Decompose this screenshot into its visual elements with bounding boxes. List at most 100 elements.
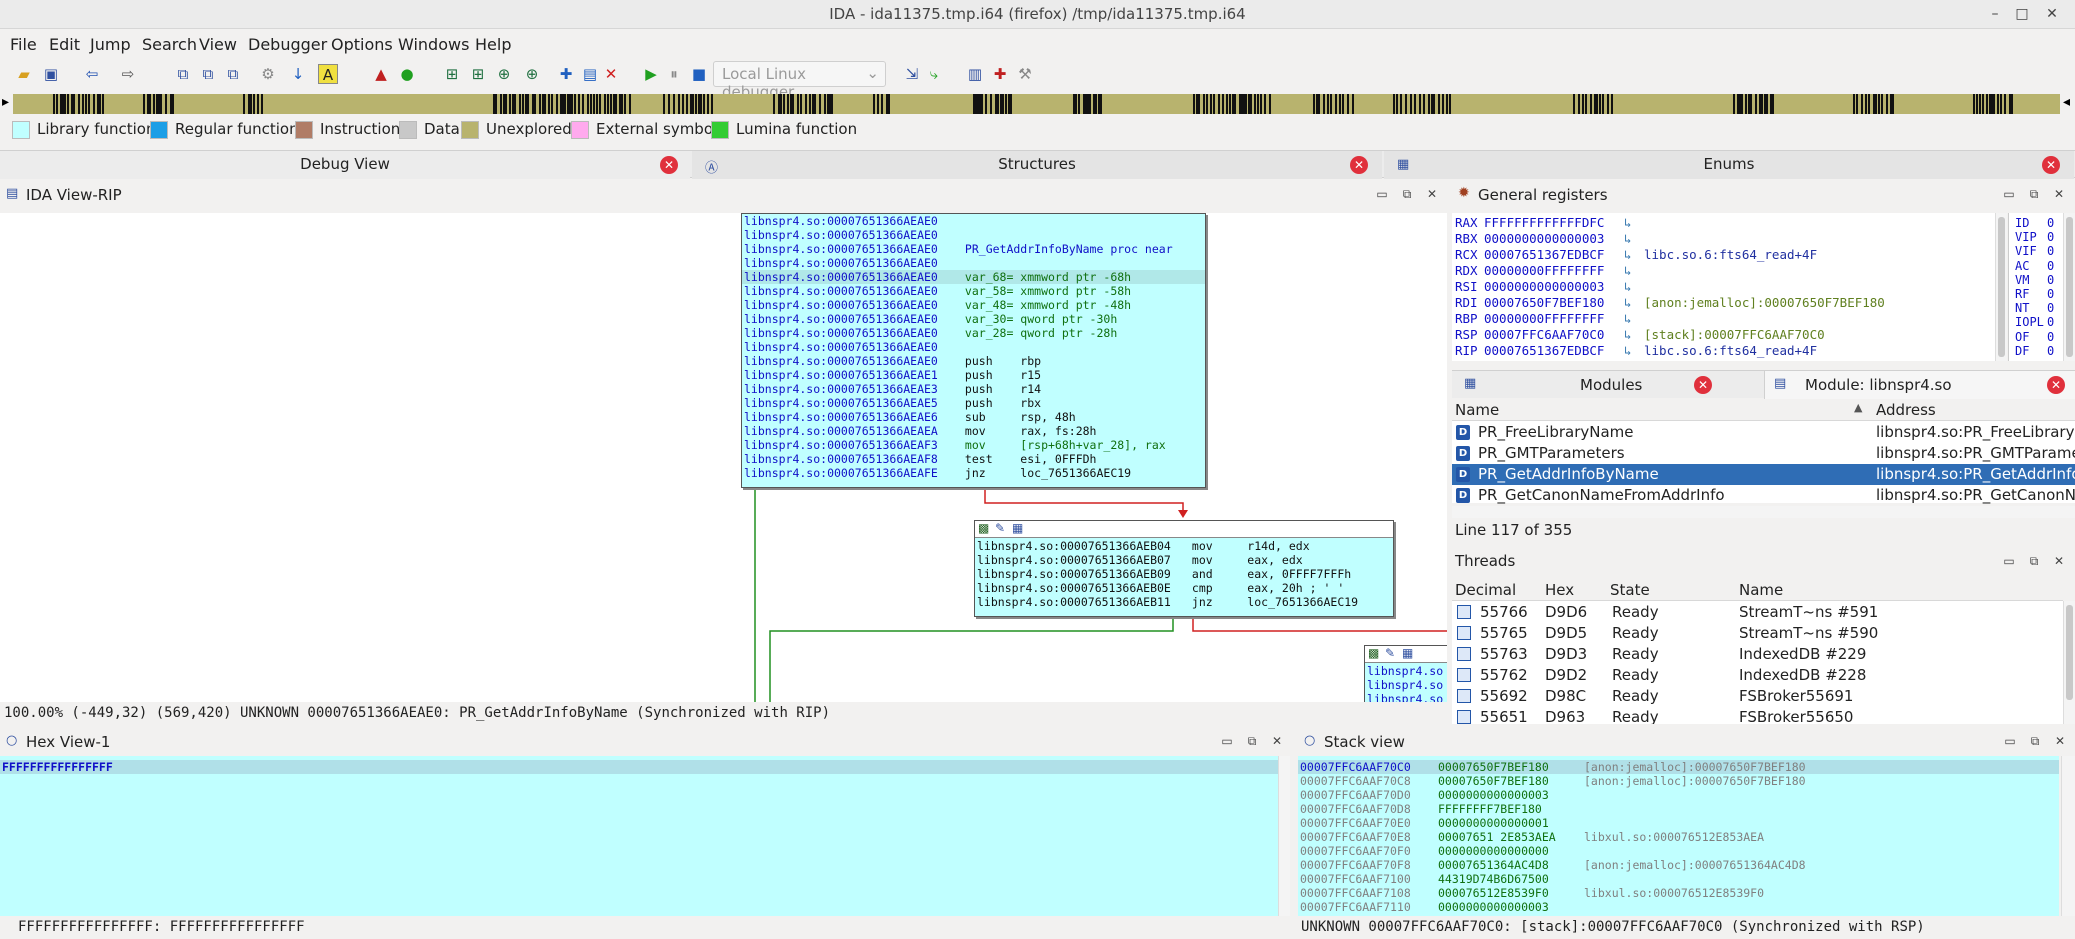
stack-value[interactable]: 0000000000000000 xyxy=(1438,844,1549,858)
col-thread-name[interactable]: Name xyxy=(1739,581,1783,599)
breakpoint-icon[interactable]: ✚ xyxy=(556,64,576,84)
register-value[interactable]: 00000000FFFFFFFF xyxy=(1484,263,1604,279)
module-hscrollbar[interactable] xyxy=(1452,506,2075,518)
node-rename-icon[interactable]: ✎ xyxy=(995,521,1005,535)
asm-address[interactable]: libnspr4.so:00007651366AEB11 xyxy=(977,595,1171,609)
stackview-content[interactable]: 00007FFC6AAF70C0 00007650F7BEF180 [anon:je… xyxy=(1298,756,2059,916)
flags-scrollbar[interactable] xyxy=(2063,213,2075,361)
close-enums-icon[interactable]: ✕ xyxy=(2042,156,2060,174)
flags-list[interactable]: ID 0 VIP 0 VIF 0 AC 0 VM 0 RF 0 NT 0 IOPL 0 OF 0 DF 0 xyxy=(2008,213,2063,361)
stack-address[interactable]: 00007FFC6AAF70F0 xyxy=(1300,844,1411,858)
asm-code[interactable]: mov rax, fs:28h xyxy=(958,424,1097,438)
menu-windows[interactable]: Windows xyxy=(398,35,469,54)
graph-node-entry[interactable]: libnspr4.so:00007651366AEAE0 libnspr4.so:… xyxy=(741,213,1206,488)
register-jump-icon[interactable]: ↳ xyxy=(1624,263,1632,279)
asm-code[interactable]: var_48= xmmword ptr -48h xyxy=(958,298,1131,312)
add-icon[interactable]: ⊞ xyxy=(442,64,462,84)
tab-structures[interactable]: Structures xyxy=(692,151,1382,179)
jump-down-icon[interactable]: ↓ xyxy=(288,64,308,84)
threads-close-icon[interactable]: ✕ xyxy=(2052,554,2066,568)
asm-code[interactable]: var_58= xmmword ptr -58h xyxy=(958,284,1131,298)
asm-code[interactable]: var_68= xmmword ptr -68h xyxy=(958,270,1131,284)
close-icon[interactable]: ✕ xyxy=(2042,4,2062,24)
node-3-color-icon[interactable]: ▩ xyxy=(1368,646,1379,660)
hexview-float-icon[interactable]: ⧉ xyxy=(1245,734,1259,749)
debugger-select[interactable]: Local Linux debugger ⌄ xyxy=(713,61,886,101)
threads-minimize-icon[interactable]: ▭ xyxy=(2002,554,2016,568)
menu-help[interactable]: Help xyxy=(475,35,511,54)
watch-icon[interactable]: ▤ xyxy=(580,64,600,84)
trace-icon[interactable]: ✚ xyxy=(990,64,1010,84)
menu-edit[interactable]: Edit xyxy=(49,35,80,54)
thread-row[interactable]: 55763 D9D3 Ready IndexedDB #229 xyxy=(1452,644,2063,665)
binary-search-icon[interactable]: ⧉ xyxy=(173,64,193,84)
open-icon[interactable]: ▰ xyxy=(14,64,34,84)
hexview-close-icon[interactable]: ✕ xyxy=(1270,734,1284,748)
module-symbol-row[interactable]: D PR_FreeLibraryName libnspr4.so:PR_FreeLi… xyxy=(1452,422,2075,443)
stack-address[interactable]: 00007FFC6AAF7110 xyxy=(1300,900,1411,914)
tab-debug-view[interactable]: Debug View xyxy=(0,151,690,179)
proximity-icon[interactable]: ▲ xyxy=(371,64,391,84)
node-3-rename-icon[interactable]: ✎ xyxy=(1385,646,1395,660)
asm-code[interactable]: test esi, 0FFFDh xyxy=(958,452,1097,466)
register-jump-icon[interactable]: ↳ xyxy=(1624,247,1632,263)
hexview-scrollbar[interactable] xyxy=(1278,756,1290,916)
search-next-icon[interactable]: ⧉ xyxy=(223,64,243,84)
menu-debugger[interactable]: Debugger xyxy=(248,35,327,54)
asm-address[interactable]: libnspr4.so:00007651366AEAE0 xyxy=(744,214,938,228)
stack-value[interactable]: 0000000000000003 xyxy=(1438,900,1549,914)
flag-value[interactable]: 0 xyxy=(2047,230,2054,244)
nav-right-arrow-icon[interactable]: ◂ xyxy=(2063,94,2070,110)
asm-address[interactable]: libnspr4.so:00007651366AEAE0 xyxy=(744,284,938,298)
flag-value[interactable]: 0 xyxy=(2047,315,2054,329)
register-jump-icon[interactable]: ↳ xyxy=(1624,311,1632,327)
asm-code[interactable]: push r15 xyxy=(958,368,1041,382)
close-modules-icon[interactable]: ✕ xyxy=(1694,376,1712,394)
maximize-icon[interactable]: □ xyxy=(2012,4,2032,24)
thread-row[interactable]: 55762 D9D2 Ready IndexedDB #228 xyxy=(1452,665,2063,686)
asm-code[interactable]: push rbx xyxy=(958,396,1041,410)
stackview-close-icon[interactable]: ✕ xyxy=(2053,734,2067,748)
asm-code[interactable]: and eax, 0FFFF7FFFh xyxy=(1185,567,1351,581)
minimize-icon[interactable]: – xyxy=(1985,4,2005,24)
stack-value[interactable]: FFFFFFFF7BEF180 xyxy=(1438,802,1542,816)
asm-code[interactable]: jnz loc_7651366AEC19 xyxy=(958,466,1131,480)
graph-node-2[interactable]: ▩ ✎ ▦ libnspr4.so:00007651366AEB04 mov r… xyxy=(974,520,1394,617)
ida-view-close-icon[interactable]: ✕ xyxy=(1425,187,1439,201)
run-icon[interactable]: ▶ xyxy=(641,64,661,84)
flags-scroll-thumb[interactable] xyxy=(2066,217,2073,357)
register-jump-icon[interactable]: ↳ xyxy=(1624,327,1632,343)
flag-value[interactable]: 0 xyxy=(2047,244,2054,258)
asm-code[interactable]: PR_GetAddrInfoByName proc near xyxy=(958,242,1173,256)
stack-address[interactable]: 00007FFC6AAF70C8 xyxy=(1300,774,1411,788)
hexview-minimize-icon[interactable]: ▭ xyxy=(1220,734,1234,748)
registers-float-icon[interactable]: ⧉ xyxy=(2027,187,2041,202)
close-debug-view-icon[interactable]: ✕ xyxy=(660,156,678,174)
asm-address[interactable]: libnspr4.so:00007651366AEB0E xyxy=(977,581,1171,595)
asm-address[interactable]: libnspr4.so:00007651366AEAE0 xyxy=(744,242,938,256)
stack-value[interactable]: 000076512E8539F0 xyxy=(1438,886,1549,900)
asm-address[interactable]: libnspr4.so:00007651366AEAE0 xyxy=(744,228,938,242)
hexview-content[interactable]: FFFFFFFFFFFFFFFF xyxy=(0,756,1278,916)
asm-address[interactable]: libnspr4.so:00007651366AEAEA xyxy=(744,424,938,438)
asm-address[interactable]: libnspr4.so:00007651366AEAE0 xyxy=(744,256,938,270)
forward-arrow-icon[interactable]: ⇨ xyxy=(118,64,138,84)
step-over-icon[interactable]: ⤷ xyxy=(924,64,944,84)
graph-icon[interactable]: ⚙ xyxy=(258,64,278,84)
menu-search[interactable]: Search xyxy=(142,35,197,54)
stackview-float-icon[interactable]: ⧉ xyxy=(2028,734,2042,749)
stack-address[interactable]: 00007FFC6AAF70E8 xyxy=(1300,830,1411,844)
flag-value[interactable]: 0 xyxy=(2047,259,2054,273)
menu-view[interactable]: View xyxy=(199,35,237,54)
graph-node-3[interactable]: ▩ ✎ ▦ libnspr4.so libnspr4.so libnspr4.s… xyxy=(1364,645,1447,702)
save-icon[interactable]: ▣ xyxy=(41,64,61,84)
asm-code[interactable]: jnz loc_7651366AEC19 xyxy=(1185,595,1358,609)
menu-jump[interactable]: Jump xyxy=(90,35,131,54)
stackview-scrollbar[interactable] xyxy=(2061,756,2075,916)
back-arrow-icon[interactable]: ⇦ xyxy=(82,64,102,84)
register-value[interactable]: 00000000FFFFFFFF xyxy=(1484,311,1604,327)
stack-value[interactable]: 0000000000000001 xyxy=(1438,816,1549,830)
asm-address[interactable]: libnspr4.so:00007651366AEAF3 xyxy=(744,438,938,452)
col-name[interactable]: Name xyxy=(1455,401,1499,419)
asm-code[interactable]: push r14 xyxy=(958,382,1041,396)
